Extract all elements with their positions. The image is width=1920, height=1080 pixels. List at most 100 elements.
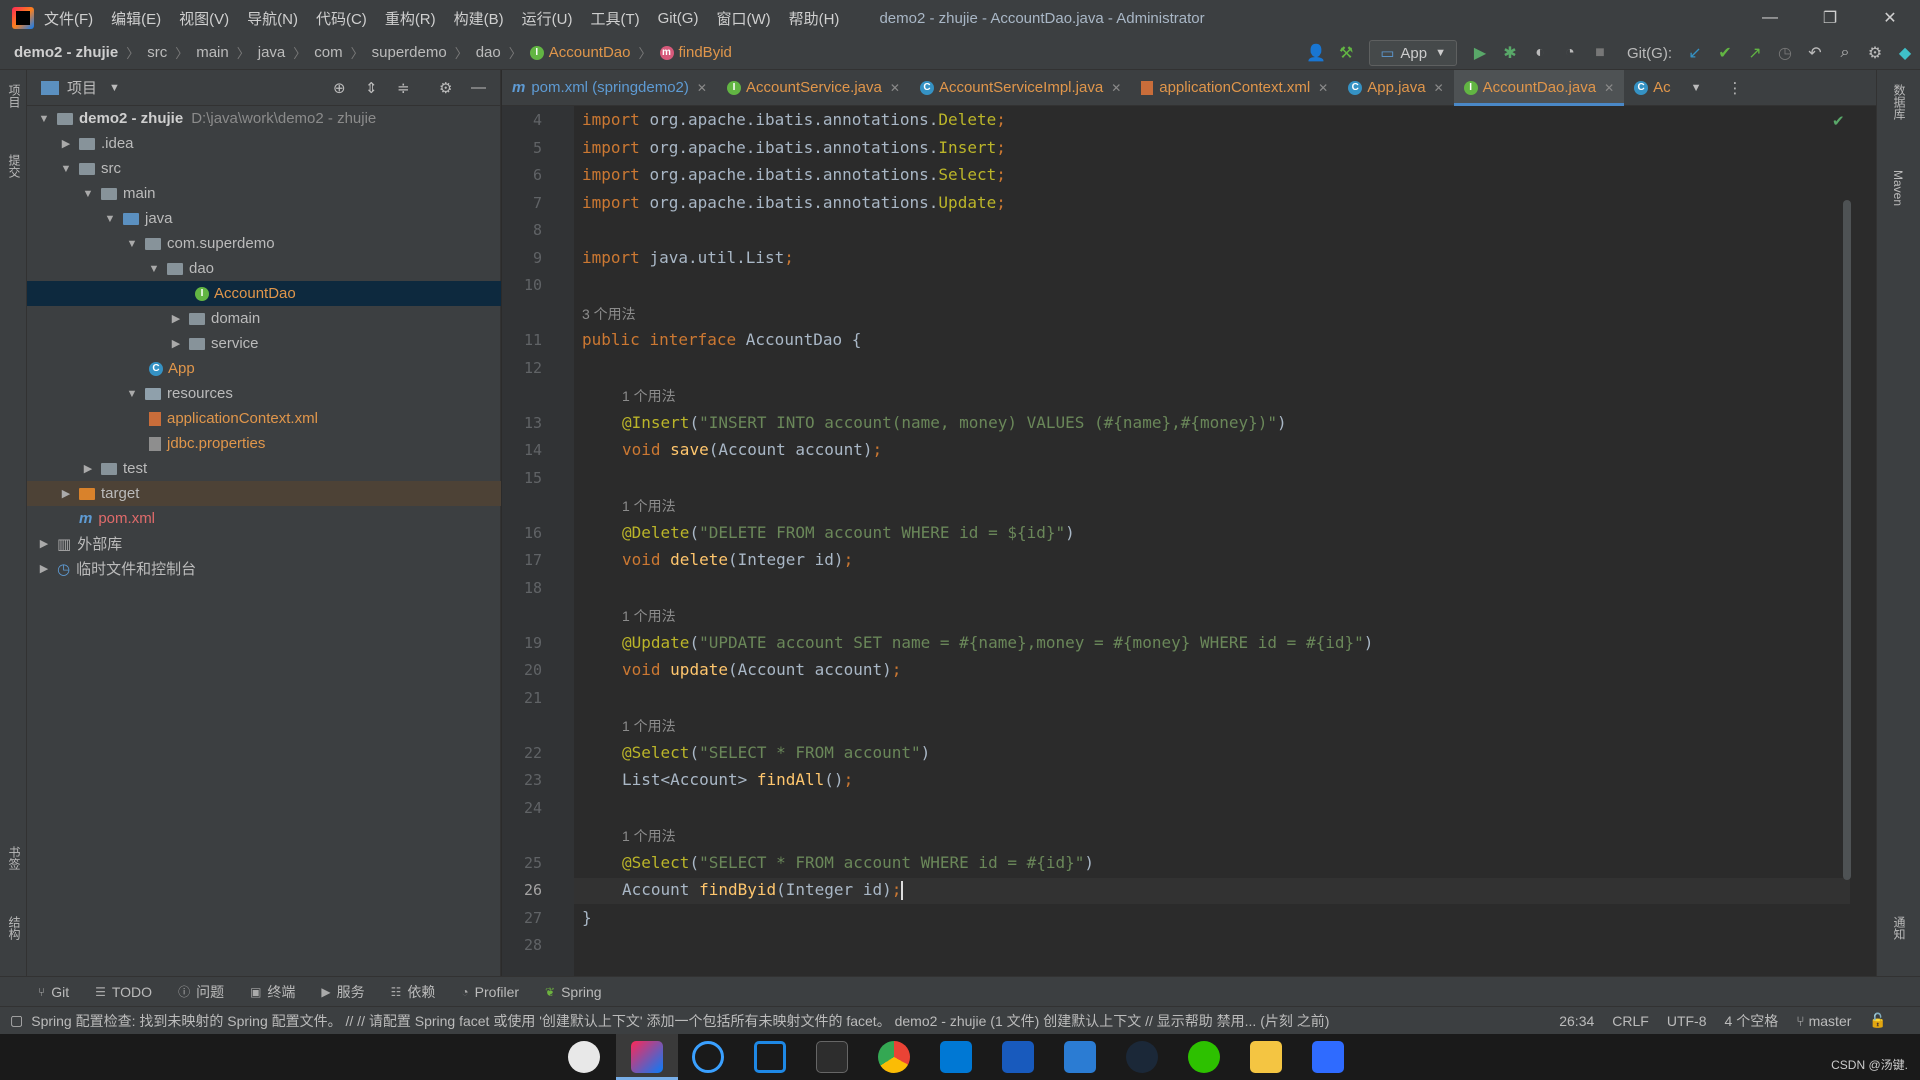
tree-item-project-root[interactable]: ▼ demo2 - zhujie D:\java\work\demo2 - zh… [27,106,501,131]
tree-item-resources[interactable]: ▼ resources [27,381,501,406]
status-panel-icon[interactable]: ▢ [10,1012,23,1029]
chevron-down-icon[interactable]: ▼ [1691,82,1702,94]
tab-accountservice[interactable]: I AccountService.java ✕ [717,70,910,106]
close-tab-icon[interactable]: ✕ [1604,81,1614,95]
more-options-icon[interactable]: ⋮ [1728,79,1743,97]
tree-item-src[interactable]: ▼ src [27,156,501,181]
menu-view[interactable]: 视图(V) [179,8,229,29]
menu-run[interactable]: 运行(U) [522,8,573,29]
hide-panel-icon[interactable]: — [471,79,486,96]
breadcrumb-method[interactable]: findByid [679,44,732,61]
git-update-icon[interactable]: ↙ [1680,40,1710,66]
line-separator[interactable]: CRLF [1612,1013,1649,1029]
remote-desktop-app-icon[interactable] [754,1041,786,1073]
file-explorer-app-icon[interactable] [1250,1041,1282,1073]
build-hammer-icon[interactable]: ⚒ [1331,40,1361,66]
eclipse-app-icon[interactable] [568,1041,600,1073]
restore-button[interactable]: ❐ [1800,0,1860,36]
menu-navigate[interactable]: 导航(N) [247,8,298,29]
caret-position[interactable]: 26:34 [1559,1013,1594,1029]
close-tab-icon[interactable]: ✕ [1318,81,1328,95]
tree-item-accountdao[interactable]: I AccountDao [27,281,501,306]
steam-app-icon[interactable] [1126,1041,1158,1073]
tree-item-test[interactable]: ▶ test [27,456,501,481]
bookmarks-tool-button[interactable]: 书签 [6,846,23,870]
browser-app-icon[interactable] [692,1041,724,1073]
tree-item-domain[interactable]: ▶ domain [27,306,501,331]
git-branch[interactable]: master [1809,1013,1852,1029]
close-tab-icon[interactable]: ✕ [697,81,707,95]
indent-setting[interactable]: 4 个空格 [1725,1011,1779,1031]
debug-icon[interactable]: ✱ [1495,40,1525,66]
lock-icon[interactable]: 🔓 [1869,1012,1886,1029]
no-problems-check-icon[interactable]: ✔ [1832,112,1845,130]
file-encoding[interactable]: UTF-8 [1667,1013,1707,1029]
chevron-down-icon[interactable]: ▼ [109,82,120,94]
usage-hint[interactable]: 1 个用法 [622,716,676,736]
close-tab-icon[interactable]: ✕ [1434,81,1444,95]
usage-hint[interactable]: 1 个用法 [622,496,676,516]
menu-build[interactable]: 构建(B) [454,8,504,29]
tree-item-pom[interactable]: m pom.xml [27,506,501,531]
notifications-tool-button[interactable]: 通知 [1891,916,1908,940]
wechat-app-icon[interactable] [1188,1041,1220,1073]
structure-tool-button[interactable]: 结构 [6,916,23,940]
tree-item-idea[interactable]: ▶ .idea [27,131,501,156]
tab-accountdao[interactable]: I AccountDao.java ✕ [1453,69,1625,106]
commit-tool-button[interactable]: 提交 [6,154,23,178]
tree-item-scratches[interactable]: ▶ ◷ 临时文件和控制台 [27,556,501,581]
profile-icon[interactable]: ◔ [1555,40,1585,66]
tree-item-external-libraries[interactable]: ▶ ▥ 外部库 [27,531,501,556]
git-history-icon[interactable]: ◷ [1770,40,1800,66]
tree-item-package-superdemo[interactable]: ▼ com.superdemo [27,231,501,256]
locate-icon[interactable]: ⊕ [333,79,346,97]
rollback-icon[interactable]: ↶ [1800,40,1830,66]
usage-hint[interactable]: 1 个用法 [622,606,676,626]
tab-pom[interactable]: m pom.xml (springdemo2) ✕ [502,70,717,106]
breadcrumb-superdemo[interactable]: superdemo [372,44,447,61]
git-push-icon[interactable]: ↗ [1740,40,1770,66]
panel-settings-gear-icon[interactable]: ⚙ [439,79,452,97]
breadcrumb-com[interactable]: com [314,44,342,61]
menu-help[interactable]: 帮助(H) [789,8,840,29]
menu-git[interactable]: Git(G) [658,10,699,27]
menu-edit[interactable]: 编辑(E) [111,8,161,29]
run-config-select[interactable]: ▭ App ▼ [1369,40,1457,66]
user-icon[interactable]: 👤 [1301,40,1331,66]
tab-app[interactable]: C App.java ✕ [1338,70,1453,106]
video-app-icon[interactable] [1312,1041,1344,1073]
toolwindow-dependencies[interactable]: ☷ 依赖 [391,982,436,1002]
breadcrumb-java[interactable]: java [258,44,286,61]
close-tab-icon[interactable]: ✕ [1111,81,1121,95]
toolwindow-spring[interactable]: ❦ Spring [545,984,602,1000]
tree-item-java[interactable]: ▼ java [27,206,501,231]
collapse-all-icon[interactable]: ≑ [397,79,410,97]
git-commit-icon[interactable]: ✔ [1710,40,1740,66]
menu-refactor[interactable]: 重构(R) [385,8,436,29]
project-panel-title[interactable]: 项目 [67,77,97,98]
usage-hint[interactable]: 1 个用法 [622,826,676,846]
toolwindow-services[interactable]: ▶ 服务 [321,982,364,1002]
close-tab-icon[interactable]: ✕ [890,81,900,95]
toolwindow-git[interactable]: ⑂ Git [38,984,69,1000]
breadcrumb-project[interactable]: demo2 - zhujie [14,44,118,61]
editor-scrollbar[interactable] [1843,200,1851,880]
menu-code[interactable]: 代码(C) [316,8,367,29]
word-app-icon[interactable] [1002,1041,1034,1073]
breadcrumb-src[interactable]: src [147,44,167,61]
database-tool-button[interactable]: 数据库 [1891,84,1908,120]
run-icon[interactable]: ▶ [1465,40,1495,66]
menu-window[interactable]: 窗口(W) [716,8,770,29]
stop-icon[interactable]: ■ [1585,40,1615,66]
breadcrumb-main[interactable]: main [196,44,229,61]
jetbrains-toolbox-icon[interactable]: ◆ [1890,40,1920,66]
toolwindow-profiler[interactable]: ◔ Profiler [461,984,519,1000]
coverage-icon[interactable]: ◐ [1525,40,1555,66]
expand-all-icon[interactable]: ⇕ [365,79,378,97]
terminal-app-icon[interactable] [816,1041,848,1073]
todo-app-icon[interactable] [1064,1041,1096,1073]
tree-item-service[interactable]: ▶ service [27,331,501,356]
intellij-app-icon[interactable] [631,1041,663,1073]
search-icon[interactable]: ⌕ [1830,40,1860,66]
toolwindow-todo[interactable]: ☰ TODO [95,984,152,1000]
